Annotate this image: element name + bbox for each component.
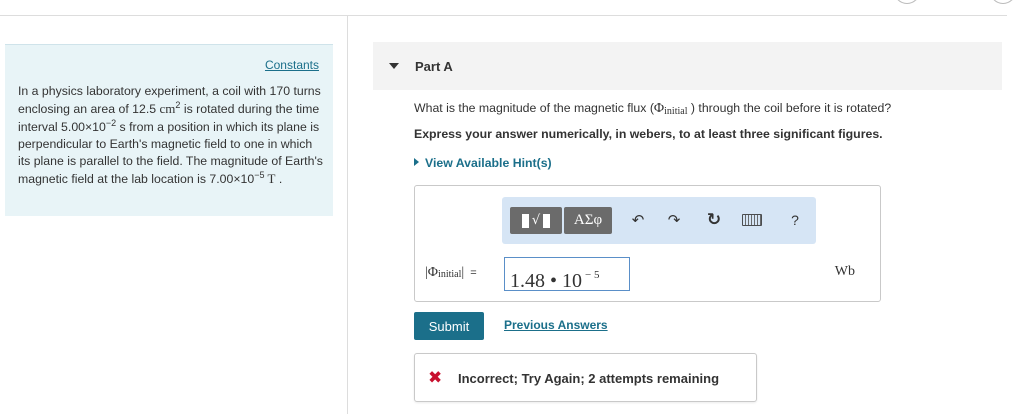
help-button[interactable]: ?	[784, 209, 806, 231]
area-unit: cm	[159, 101, 176, 117]
incorrect-x-icon: ✖	[428, 368, 443, 388]
previous-answers-link[interactable]: Previous Answers	[504, 318, 608, 332]
templates-button[interactable]: √	[510, 207, 562, 234]
expand-triangle-icon	[414, 158, 419, 166]
time-exponent: −2	[105, 117, 117, 128]
problem-text-end: .	[275, 172, 283, 187]
template-block-icon	[521, 213, 529, 228]
answer-label: |Φinitial| =	[425, 265, 477, 281]
keyboard-button[interactable]	[741, 209, 763, 231]
view-hints-toggle[interactable]: View Available Hint(s)	[414, 156, 552, 170]
top-nav-controls	[894, 0, 1016, 4]
reset-icon[interactable]: ↻	[703, 209, 725, 231]
feedback-message: ✖ Incorrect; Try Again; 2 attempts remai…	[414, 353, 757, 402]
question-text-after: ) through the coil before it is rotated?	[687, 101, 892, 115]
phi-subscript: initial	[664, 106, 688, 117]
redo-icon[interactable]: ↷	[663, 209, 685, 231]
problem-statement: In a physics laboratory experiment, a co…	[18, 83, 323, 189]
answer-label-close: |	[461, 265, 465, 280]
field-unit: T	[264, 171, 276, 187]
answer-label-open: |Φ	[425, 265, 439, 280]
radical-icon: √	[531, 213, 541, 228]
phi-symbol: Φ	[653, 101, 665, 116]
feedback-text: Incorrect; Try Again; 2 attempts remaini…	[458, 371, 720, 386]
nav-circle-button[interactable]	[990, 0, 1016, 4]
nav-circle-button[interactable]	[894, 0, 920, 4]
field-exponent: −5	[254, 170, 265, 181]
template-block-icon	[543, 213, 551, 228]
question-text-before: What is the magnitude of the magnetic fl…	[414, 101, 654, 115]
submit-button[interactable]: Submit	[414, 312, 484, 340]
question-text: What is the magnitude of the magnetic fl…	[414, 101, 891, 117]
answer-label-subscript: initial	[438, 269, 462, 280]
answer-mantissa: 1.48 • 10	[510, 270, 583, 292]
answer-box: √ ΑΣφ ↶ ↷ ↻ ? |Φinitial| = 1.48 • 10− 5 W…	[414, 185, 881, 302]
hints-label: View Available Hint(s)	[425, 156, 552, 170]
math-toolbar: √ ΑΣφ ↶ ↷ ↻ ?	[502, 197, 816, 244]
collapse-arrow-icon[interactable]	[389, 63, 399, 69]
equals-sign: =	[470, 267, 477, 279]
greek-symbols-button[interactable]: ΑΣφ	[564, 207, 612, 234]
keyboard-icon	[742, 214, 762, 226]
part-header[interactable]: Part A	[373, 42, 1002, 90]
answer-instruction: Express your answer numerically, in webe…	[414, 127, 883, 141]
answer-exponent: − 5	[585, 269, 600, 281]
top-divider-right	[347, 15, 1007, 16]
problem-panel: Constants In a physics laboratory experi…	[5, 44, 333, 216]
column-divider	[347, 15, 348, 414]
answer-input[interactable]: 1.48 • 10− 5	[504, 257, 630, 292]
answer-unit: Wb	[834, 264, 855, 279]
constants-link[interactable]: Constants	[265, 58, 319, 72]
part-title: Part A	[415, 59, 453, 74]
top-divider-left	[0, 15, 347, 16]
undo-icon[interactable]: ↶	[627, 209, 649, 231]
